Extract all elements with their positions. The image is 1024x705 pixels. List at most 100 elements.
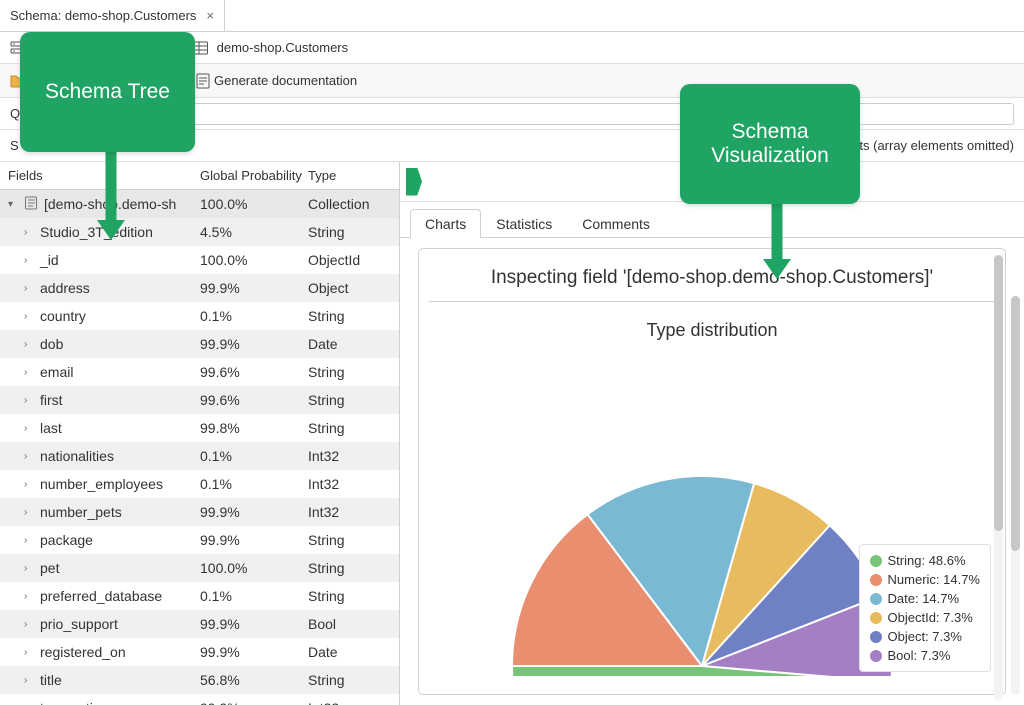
field-name: transactions: [40, 700, 115, 705]
legend-swatch: [870, 612, 882, 624]
chevron-right-icon[interactable]: ›: [24, 507, 34, 518]
field-name: nationalities: [40, 448, 114, 464]
legend-label: Object: 7.3%: [888, 629, 962, 644]
tree-row[interactable]: ›country0.1%String: [0, 302, 399, 330]
col-type-header[interactable]: Type: [308, 168, 399, 183]
tree-row[interactable]: ›nationalities0.1%Int32: [0, 442, 399, 470]
callout-schema-viz: Schema Visualization: [680, 84, 860, 204]
chevron-right-icon[interactable]: ›: [24, 255, 34, 266]
field-name: title: [40, 672, 62, 688]
status-left: S: [10, 138, 19, 153]
chevron-right-icon[interactable]: ›: [24, 367, 34, 378]
field-type: Int32: [308, 448, 399, 464]
chart-area: String: 48.6%Numeric: 14.7%Date: 14.7%Ob…: [429, 347, 995, 676]
tree-row[interactable]: ›number_employees0.1%Int32: [0, 470, 399, 498]
tree-row[interactable]: ›address99.9%Object: [0, 274, 399, 302]
chevron-right-icon[interactable]: ›: [24, 563, 34, 574]
field-name: package: [40, 532, 93, 548]
legend-label: ObjectId: 7.3%: [888, 610, 973, 625]
schema-tree-panel: Fields Global Probability Type ▾[demo-sh…: [0, 162, 400, 705]
scrollbar-thumb[interactable]: [1011, 296, 1020, 551]
chevron-right-icon[interactable]: ›: [24, 395, 34, 406]
chevron-right-icon[interactable]: ›: [24, 283, 34, 294]
field-name: first: [40, 392, 63, 408]
tree-row[interactable]: › dob 99.9%Date: [0, 330, 399, 358]
field-type: Date: [308, 336, 399, 352]
tree-row[interactable]: ›transactions99.9%Int32: [0, 694, 399, 705]
field-prob: 99.6%: [200, 364, 308, 380]
outer-scrollbar[interactable]: [1011, 296, 1020, 695]
field-name: preferred_database: [40, 588, 162, 604]
field-type: String: [308, 588, 399, 604]
legend-label: Bool: 7.3%: [888, 648, 951, 663]
chevron-right-icon[interactable]: ›: [24, 451, 34, 462]
field-name: number_pets: [40, 504, 122, 520]
col-prob-header[interactable]: Global Probability: [200, 168, 308, 183]
chevron-right-icon[interactable]: ›: [24, 619, 34, 630]
scrollbar[interactable]: [994, 255, 1003, 700]
tree-row[interactable]: ›email99.6%String: [0, 358, 399, 386]
field-type: String: [308, 308, 399, 324]
field-type: String: [308, 364, 399, 380]
tree-row[interactable]: ›_id100.0%ObjectId: [0, 246, 399, 274]
tree-row[interactable]: ›pet100.0%String: [0, 554, 399, 582]
tree-header: Fields Global Probability Type: [0, 162, 399, 190]
chevron-right-icon[interactable]: ›: [24, 339, 34, 350]
field-prob: 99.9%: [200, 616, 308, 632]
field-type: ObjectId: [308, 252, 399, 268]
field-type: String: [308, 560, 399, 576]
tree-row[interactable]: ›first99.6%String: [0, 386, 399, 414]
schema-viz-panel: Charts Statistics Comments Inspecting fi…: [400, 162, 1024, 705]
field-prob: 99.9%: [200, 644, 308, 660]
field-name: prio_support: [40, 616, 118, 632]
field-type: Int32: [308, 476, 399, 492]
field-type: Int32: [308, 504, 399, 520]
generate-doc-button[interactable]: Generate documentation: [196, 73, 357, 89]
tree-row[interactable]: › preferred_database 0.1%String: [0, 582, 399, 610]
tab-statistics[interactable]: Statistics: [481, 209, 567, 238]
chevron-right-icon[interactable]: ›: [24, 311, 34, 322]
tree-row[interactable]: ›Studio_3T_edition4.5%String: [0, 218, 399, 246]
tree-row[interactable]: ›package99.9%String: [0, 526, 399, 554]
chevron-right-icon[interactable]: ›: [24, 227, 34, 238]
chevron-right-icon[interactable]: ›: [24, 591, 34, 602]
legend-swatch: [870, 593, 882, 605]
field-name: _id: [40, 252, 59, 268]
chevron-right-icon[interactable]: ›: [24, 479, 34, 490]
main-split: Fields Global Probability Type ▾[demo-sh…: [0, 162, 1024, 705]
legend-item: Object: 7.3%: [870, 627, 980, 646]
tab-comments[interactable]: Comments: [567, 209, 665, 238]
chevron-right-icon[interactable]: ›: [24, 675, 34, 686]
tree-row[interactable]: ›title56.8%String: [0, 666, 399, 694]
generate-doc-label: Generate documentation: [214, 73, 357, 88]
close-icon[interactable]: ×: [206, 8, 214, 23]
field-name: dob: [40, 336, 63, 352]
tree-row[interactable]: ›registered_on99.9%Date: [0, 638, 399, 666]
field-prob: 100.0%: [200, 196, 308, 212]
field-type: String: [308, 672, 399, 688]
field-prob: 0.1%: [200, 476, 308, 492]
viz-subtitle: Type distribution: [429, 302, 995, 347]
chevron-down-icon[interactable]: ▾: [8, 199, 18, 210]
tab-schema[interactable]: Schema: demo-shop.Customers ×: [0, 0, 225, 31]
field-prob: 0.1%: [200, 588, 308, 604]
legend-swatch: [870, 631, 882, 643]
arrow-down-icon: [94, 152, 128, 242]
chevron-right-icon[interactable]: ›: [24, 423, 34, 434]
legend-item: ObjectId: 7.3%: [870, 608, 980, 627]
breadcrumb-collection[interactable]: demo-shop.Customers: [217, 40, 349, 55]
field-name: pet: [40, 560, 59, 576]
scrollbar-thumb[interactable]: [994, 255, 1003, 531]
field-prob: 0.1%: [200, 308, 308, 324]
tree-row-root[interactable]: ▾[demo-shop.demo-sh100.0%Collection: [0, 190, 399, 218]
field-prob: 99.9%: [200, 336, 308, 352]
callout-label: Schema Tree: [45, 80, 170, 104]
field-type: Date: [308, 644, 399, 660]
tree-row[interactable]: ›last99.8%String: [0, 414, 399, 442]
tree-row[interactable]: ›prio_support99.9%Bool: [0, 610, 399, 638]
field-type: String: [308, 420, 399, 436]
tab-charts[interactable]: Charts: [410, 209, 481, 238]
chevron-right-icon[interactable]: ›: [24, 647, 34, 658]
chevron-right-icon[interactable]: ›: [24, 535, 34, 546]
tree-row[interactable]: ›number_pets99.9%Int32: [0, 498, 399, 526]
